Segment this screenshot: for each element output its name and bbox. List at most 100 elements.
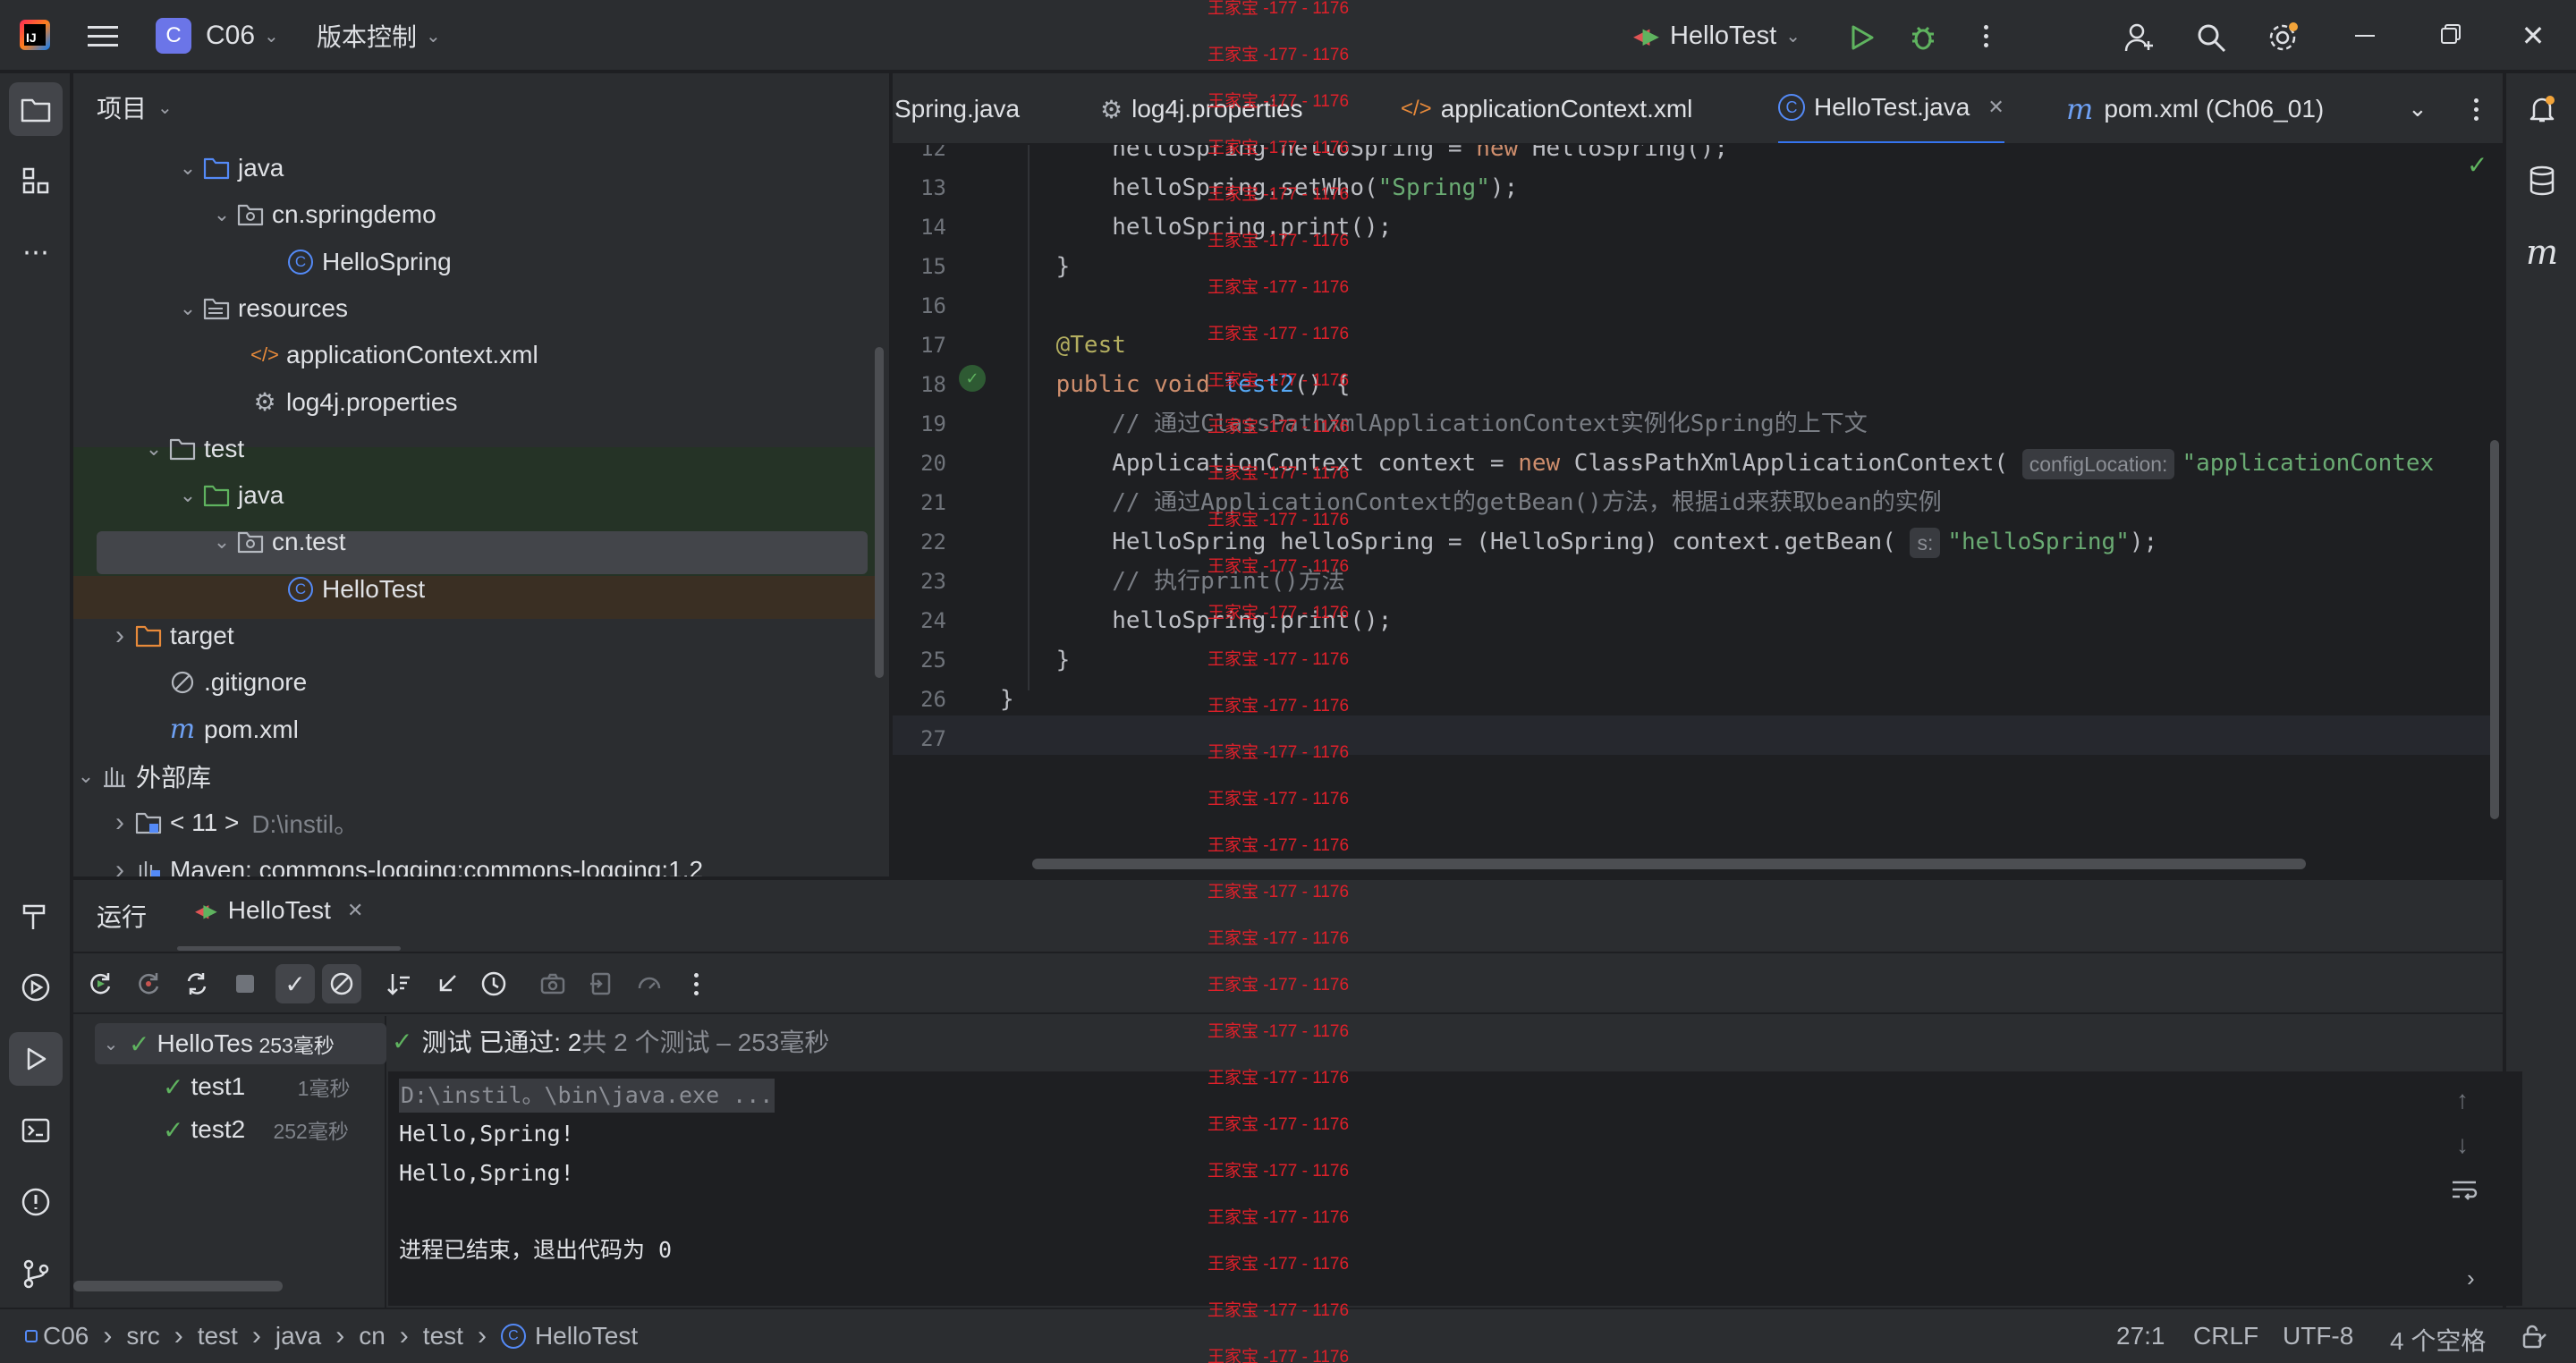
rerun-icon[interactable]: [84, 968, 116, 1000]
code-line[interactable]: helloSpring.print();: [1000, 601, 1392, 640]
git-branch-icon[interactable]: [9, 1247, 63, 1300]
chevron-right-icon[interactable]: ›: [107, 855, 132, 877]
structure-icon[interactable]: [9, 154, 63, 207]
code-line[interactable]: @Test: [1000, 326, 1126, 365]
tab-spring-java[interactable]: Spring.java: [894, 73, 1020, 143]
console-output[interactable]: D:\instil。\bin\java.exe ... Hello,Spring…: [388, 1071, 2522, 1306]
coverage-icon[interactable]: [633, 968, 665, 1000]
add-user-icon[interactable]: [2120, 18, 2159, 57]
tree-item[interactable]: C HelloSpring: [73, 241, 878, 284]
problems-icon[interactable]: [9, 1175, 63, 1229]
tree-item[interactable]: › < 11 > D:\instil。: [73, 801, 878, 844]
run-config-selector[interactable]: ◀ ▶ HelloTest ⌄: [1633, 16, 1801, 55]
close-icon[interactable]: ✕: [2515, 18, 2551, 54]
notifications-bell-icon[interactable]: [2515, 82, 2569, 136]
tree-item[interactable]: .gitignore: [73, 661, 878, 704]
soft-wrap-icon[interactable]: [2449, 1177, 2479, 1204]
line-separator[interactable]: CRLF: [2193, 1322, 2258, 1350]
editor-horizontal-scrollbar[interactable]: [1032, 859, 2306, 869]
tree-item[interactable]: m pom.xml: [73, 708, 878, 751]
breadcrumb-item[interactable]: test: [423, 1322, 463, 1350]
chevron-right-icon[interactable]: ›: [107, 808, 132, 838]
show-ignored-icon[interactable]: [322, 964, 361, 1003]
code-line[interactable]: }: [1000, 247, 1071, 286]
project-panel-header[interactable]: 项目 ⌄: [97, 89, 173, 125]
chevron-down-icon[interactable]: ⌄: [141, 437, 166, 461]
chevron-right-icon[interactable]: ›: [2467, 1265, 2475, 1292]
tab-hellotest-java[interactable]: C HelloTest.java ✕: [1778, 73, 2004, 143]
tab-application-context-xml[interactable]: </> applicationContext.xml: [1401, 73, 1692, 143]
history-clock-icon[interactable]: [478, 968, 510, 1000]
code-line[interactable]: helloSpring.setWho("Spring");: [1000, 168, 1518, 207]
run-icon[interactable]: [1844, 20, 1880, 55]
tree-item[interactable]: › Maven: commons-logging:commons-logging:…: [73, 849, 878, 877]
code-line[interactable]: // 执行print()方法: [1000, 562, 1345, 601]
camera-icon[interactable]: [537, 968, 569, 1000]
tree-item[interactable]: ⌄ test: [73, 428, 878, 470]
code-editor[interactable]: 12 13 14 15 16 17 18 19 20 21 22 23 24 25 26 27 helloSp…: [893, 145, 2503, 876]
code-line[interactable]: HelloSpring helloSpring = (HelloSpring) …: [1000, 522, 2157, 562]
more-tools-icon[interactable]: ⋯: [9, 225, 63, 279]
code-line[interactable]: // 通过ApplicationContext的getBean()方法，根据id…: [1000, 483, 1942, 522]
export-icon[interactable]: [585, 968, 617, 1000]
run-more-icon[interactable]: [687, 968, 705, 1000]
sort-icon[interactable]: [383, 968, 415, 1000]
close-tab-icon[interactable]: ✕: [1987, 96, 2004, 119]
file-encoding[interactable]: UTF-8: [2283, 1322, 2353, 1350]
tree-item[interactable]: ⌄ java: [73, 474, 878, 517]
minimize-icon[interactable]: [2347, 18, 2383, 54]
breadcrumb-item[interactable]: HelloTest: [535, 1322, 638, 1350]
test-row-test2[interactable]: ✓ test2 252毫秒: [163, 1109, 386, 1150]
tree-item[interactable]: › target: [73, 614, 878, 657]
scroll-up-icon[interactable]: ↑: [2456, 1086, 2469, 1114]
chevron-down-icon[interactable]: ⌄: [73, 765, 98, 788]
tree-item[interactable]: ⌄ cn.springdemo: [73, 193, 878, 236]
project-scrollbar[interactable]: [875, 347, 884, 678]
restore-icon[interactable]: [2431, 18, 2467, 54]
more-actions-icon[interactable]: [1968, 18, 2004, 54]
code-line[interactable]: helloSpring.print();: [1000, 207, 1392, 247]
terminal-icon[interactable]: [9, 1104, 63, 1157]
indent-setting[interactable]: 4 个空格: [2390, 1322, 2486, 1358]
build-hammer-icon[interactable]: [9, 889, 63, 943]
tree-item[interactable]: ⚙ log4j.properties: [73, 381, 878, 424]
settings-gear-icon[interactable]: [2263, 18, 2302, 57]
show-passed-icon[interactable]: ✓: [275, 964, 315, 1003]
code-line[interactable]: helloSpring helloSpring = new HelloSprin…: [1000, 145, 1728, 168]
project-tool-folder-icon[interactable]: [9, 82, 63, 136]
chevron-down-icon[interactable]: ⌄: [175, 297, 200, 320]
code-line[interactable]: // 通过ClassPathXmlApplicationContext实例化Sp…: [1000, 404, 1868, 444]
database-icon[interactable]: [2515, 154, 2569, 207]
code-line[interactable]: public void test2() {: [1000, 365, 1351, 404]
chevron-down-icon[interactable]: ⌄: [175, 157, 200, 180]
test-row-test1[interactable]: ✓ test1 1毫秒: [163, 1066, 386, 1107]
chevron-right-icon[interactable]: ›: [107, 621, 132, 651]
collapse-icon[interactable]: [431, 968, 463, 1000]
debug-icon[interactable]: [1905, 20, 1941, 55]
test-row-root[interactable]: ⌄ ✓ HelloTes 253毫秒: [95, 1023, 386, 1064]
close-tab-icon[interactable]: ✕: [347, 899, 363, 922]
tree-item[interactable]: C HelloTest: [73, 568, 878, 611]
services-icon[interactable]: [9, 961, 63, 1014]
chevron-down-icon[interactable]: ⌄: [209, 203, 234, 226]
tab-list-chevron-icon[interactable]: ⌄: [2408, 95, 2428, 123]
tree-item[interactable]: ⌄ java: [73, 147, 878, 190]
code-line[interactable]: }: [1000, 680, 1014, 719]
tab-pom-xml[interactable]: m pom.xml (Ch06_01): [2066, 73, 2324, 143]
stop-icon[interactable]: [229, 968, 261, 1000]
breadcrumb-item[interactable]: cn: [359, 1322, 386, 1350]
tab-more-icon[interactable]: [2467, 93, 2485, 125]
run-test-gutter-icon[interactable]: ✓: [959, 365, 986, 392]
search-icon[interactable]: [2191, 18, 2231, 57]
tree-item[interactable]: ⌄ resources: [73, 287, 878, 330]
rerun-failed-icon[interactable]: [132, 968, 165, 1000]
tab-run[interactable]: 运行: [97, 898, 147, 934]
project-selector[interactable]: C C06 ⌄: [156, 16, 279, 55]
scroll-down-icon[interactable]: ↓: [2456, 1130, 2469, 1159]
vcs-selector[interactable]: 版本控制 ⌄: [317, 16, 441, 55]
tree-item[interactable]: ⌄ cn.test: [73, 521, 878, 563]
tab-log4j-properties[interactable]: ⚙ log4j.properties: [1100, 73, 1303, 143]
lock-edit-icon[interactable]: [2521, 1324, 2547, 1350]
editor-vertical-scrollbar[interactable]: [2490, 440, 2499, 819]
console-line-command[interactable]: D:\instil。\bin\java.exe ...: [399, 1079, 775, 1113]
